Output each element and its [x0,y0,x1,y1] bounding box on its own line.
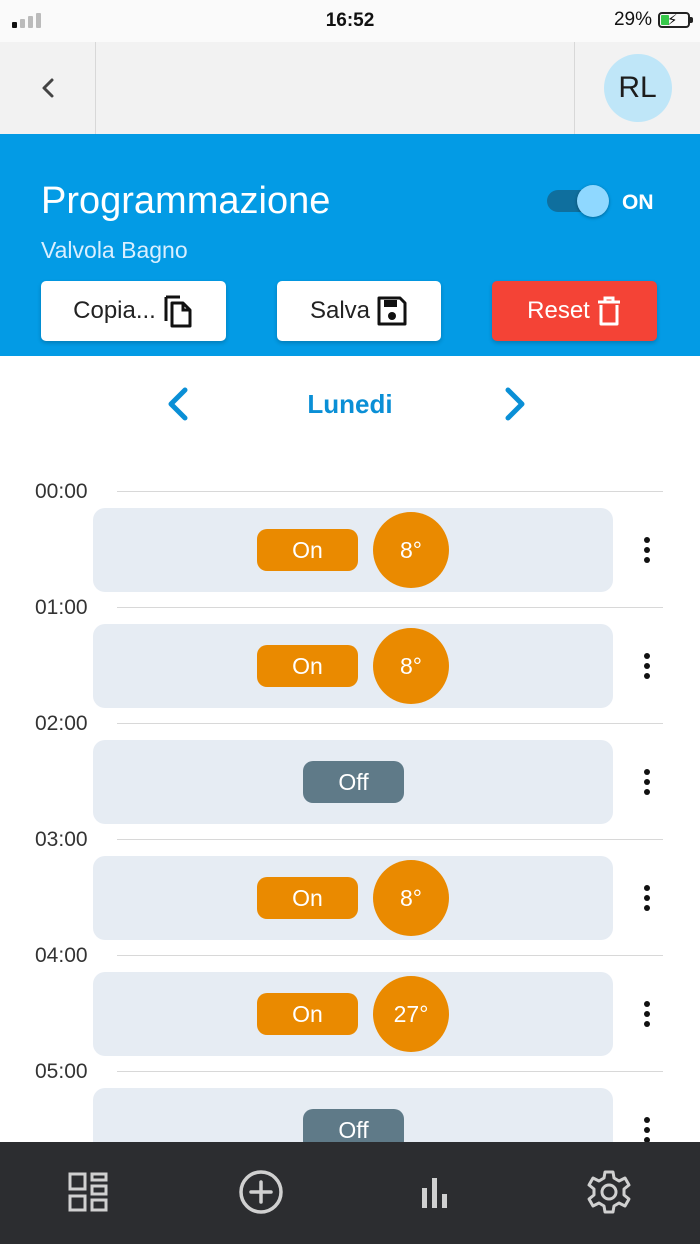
more-options-icon[interactable] [635,530,659,570]
time-slot-card[interactable]: On 27° [93,972,613,1056]
hour-divider [117,491,663,492]
bottom-navigation [0,1142,700,1244]
time-slot-card[interactable]: Off [93,740,613,824]
hour-divider [117,607,663,608]
next-day-button[interactable] [495,384,535,424]
copy-button[interactable]: Copia... [41,281,226,341]
hour-divider [117,1071,663,1072]
toggle-knob [577,185,609,217]
time-slot-card[interactable]: On 8° [93,856,613,940]
more-options-icon[interactable] [635,762,659,802]
battery-icon: ⚡ [658,12,693,29]
more-options-icon[interactable] [635,994,659,1034]
day-navigation: Lunedi [0,356,700,456]
charging-bolt-icon: ⚡ [667,12,678,29]
bar-chart-icon [422,1178,447,1208]
page-title: Programmazione [41,180,331,222]
dashboard-icon [68,1172,108,1212]
avatar-cell: RL [574,42,700,134]
schedule-header-panel: Programmazione Valvola Bagno ON Copia...… [0,134,700,356]
temperature-badge: 27° [373,976,449,1052]
avatar[interactable]: RL [603,54,672,122]
hour-label: 01:00 [35,596,88,619]
temperature-badge: 8° [373,860,449,936]
save-button-label: Salva [309,297,371,324]
hour-label: 00:00 [35,480,88,503]
more-options-icon[interactable] [635,878,659,918]
device-name: Valvola Bagno [41,237,188,263]
schedule-toggle[interactable] [547,185,609,217]
battery-percent: 29% [613,9,652,30]
temperature-badge: 8° [373,512,449,588]
save-icon [377,296,407,326]
more-options-icon[interactable] [635,1110,659,1142]
hour-label: 04:00 [35,944,88,967]
time-slot-card[interactable]: Off [93,1088,613,1142]
hour-divider [117,955,663,956]
state-on-badge: On [257,877,358,919]
time-slot-card[interactable]: On 8° [93,624,613,708]
trash-icon [597,296,620,326]
hour-divider [117,839,663,840]
nav-dashboard[interactable] [63,1167,113,1217]
nav-settings[interactable] [584,1167,634,1217]
status-bar: 16:52 29% ⚡ [0,0,700,42]
state-off-badge: Off [303,1109,404,1142]
app-header: RL [0,42,700,135]
time-slot-card[interactable]: On 8° [93,508,613,592]
back-button[interactable] [0,42,96,134]
nav-statistics[interactable] [410,1167,460,1217]
more-options-icon[interactable] [635,646,659,686]
battery-status: 29% ⚡ [613,9,693,31]
nav-add[interactable] [236,1167,286,1217]
state-on-badge: On [257,529,358,571]
status-time: 16:52 [325,10,375,31]
state-off-badge: Off [303,761,404,803]
save-button[interactable]: Salva [277,281,441,341]
add-circle-icon [239,1170,283,1214]
day-label: Lunedi [307,389,393,419]
toggle-state-label: ON [622,191,654,214]
hour-divider [117,723,663,724]
state-on-badge: On [257,645,358,687]
reset-button[interactable]: Reset [492,281,657,341]
reset-button-label: Reset [527,297,590,324]
hour-label: 03:00 [35,828,88,851]
temperature-badge: 8° [373,628,449,704]
copy-button-label: Copia... [73,297,156,324]
state-on-badge: On [257,993,358,1035]
schedule-list: 00:00 On 8° 01:00 On 8° 02:00 Off 03:00 On 8° 04:00… [0,456,700,1142]
settings-gear-icon [587,1170,631,1214]
hour-label: 05:00 [35,1060,88,1083]
copy-icon [164,295,192,328]
chevron-left-icon [42,78,53,98]
hour-label: 02:00 [35,712,88,735]
